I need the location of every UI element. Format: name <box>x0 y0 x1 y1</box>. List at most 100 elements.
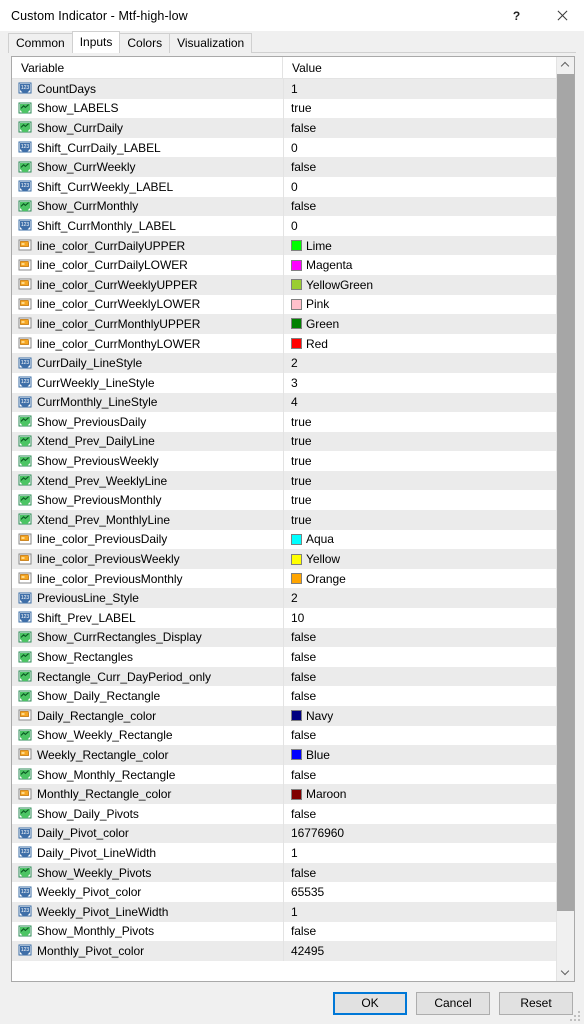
cell-value[interactable]: Maroon <box>283 784 556 804</box>
table-row[interactable]: line_color_CurrWeeklyUPPER YellowGreen <box>12 274 556 295</box>
cell-value[interactable]: 10 <box>283 608 556 628</box>
cell-value[interactable]: Pink <box>283 294 556 315</box>
table-row[interactable]: Show_LABELS true <box>12 98 556 119</box>
table-row[interactable]: Xtend_Prev_DailyLine true <box>12 431 556 452</box>
cell-value[interactable]: false <box>283 627 556 648</box>
table-row[interactable]: 123 Daily_Pivot_color 16776960 <box>12 823 556 844</box>
table-row[interactable]: Show_Daily_Rectangle false <box>12 686 556 706</box>
table-row[interactable]: 123 Shift_Prev_LABEL 10 <box>12 608 556 628</box>
cell-value[interactable]: false <box>283 686 556 706</box>
cell-value[interactable]: true <box>283 451 556 471</box>
table-row[interactable]: line_color_CurrWeeklyLOWER Pink <box>12 294 556 315</box>
cell-value[interactable]: 2 <box>283 353 556 373</box>
cell-value[interactable]: 0 <box>283 137 556 158</box>
cell-value[interactable]: 0 <box>283 216 556 236</box>
table-row[interactable]: Show_CurrWeekly false <box>12 157 556 177</box>
table-row[interactable]: 123 CountDays 1 <box>12 79 556 99</box>
table-row[interactable]: Show_Weekly_Rectangle false <box>12 725 556 746</box>
ok-button[interactable]: OK <box>333 991 407 1015</box>
cell-value[interactable]: true <box>283 431 556 452</box>
cell-value[interactable]: Aqua <box>283 529 556 550</box>
cell-value[interactable]: false <box>283 196 556 217</box>
cell-value[interactable]: Lime <box>283 235 556 256</box>
tab-inputs[interactable]: Inputs <box>71 31 121 53</box>
table-row[interactable]: Show_PreviousDaily true <box>12 412 556 432</box>
cell-value[interactable]: 65535 <box>283 882 556 902</box>
cell-value[interactable]: 1 <box>283 79 556 99</box>
cell-value[interactable]: true <box>283 412 556 432</box>
cell-value[interactable]: false <box>283 725 556 746</box>
cell-value[interactable]: 16776960 <box>283 823 556 844</box>
table-row[interactable]: 123 PreviousLine_Style 2 <box>12 588 556 609</box>
cell-value[interactable]: Red <box>283 333 556 354</box>
cell-value[interactable]: Navy <box>283 706 556 726</box>
table-row[interactable]: 123 Shift_CurrMonthly_LABEL 0 <box>12 216 556 236</box>
table-row[interactable]: line_color_CurrMonthyLOWER Red <box>12 333 556 354</box>
table-row[interactable]: Show_Daily_Pivots false <box>12 803 556 824</box>
table-row[interactable]: 123 CurrMonthly_LineStyle 4 <box>12 392 556 413</box>
table-row[interactable]: Show_Monthly_Pivots false <box>12 921 556 942</box>
table-row[interactable]: Xtend_Prev_WeeklyLine true <box>12 470 556 491</box>
cell-value[interactable]: true <box>283 510 556 530</box>
table-row[interactable]: 123 Shift_CurrDaily_LABEL 0 <box>12 137 556 158</box>
table-row[interactable]: 123 CurrWeekly_LineStyle 3 <box>12 372 556 393</box>
cell-value[interactable]: Magenta <box>283 255 556 275</box>
cell-value[interactable]: 0 <box>283 176 556 197</box>
cell-value[interactable]: 1 <box>283 843 556 863</box>
table-row[interactable]: Daily_Rectangle_color Navy <box>12 706 556 726</box>
table-row[interactable]: Show_PreviousMonthly true <box>12 490 556 511</box>
cell-value[interactable]: false <box>283 157 556 177</box>
cell-value[interactable]: 42495 <box>283 941 556 961</box>
cancel-button[interactable]: Cancel <box>416 991 490 1015</box>
tab-visualization[interactable]: Visualization <box>169 33 253 53</box>
table-row[interactable]: Rectangle_Curr_DayPeriod_only false <box>12 666 556 687</box>
table-row[interactable]: Monthly_Rectangle_color Maroon <box>12 784 556 804</box>
cell-value[interactable]: Orange <box>283 568 556 589</box>
cell-value[interactable]: false <box>283 666 556 687</box>
table-row[interactable]: 123 Shift_CurrWeekly_LABEL 0 <box>12 176 556 197</box>
help-button[interactable]: ? <box>494 0 539 31</box>
scroll-up-button[interactable] <box>557 57 574 74</box>
table-row[interactable]: line_color_CurrDailyLOWER Magenta <box>12 255 556 275</box>
scroll-down-button[interactable] <box>557 964 574 981</box>
cell-value[interactable]: 2 <box>283 588 556 609</box>
column-header-value[interactable]: Value <box>283 57 556 78</box>
cell-value[interactable]: false <box>283 862 556 883</box>
table-row[interactable]: Xtend_Prev_MonthlyLine true <box>12 510 556 530</box>
table-row[interactable]: Show_CurrDaily false <box>12 118 556 138</box>
tab-colors[interactable]: Colors <box>119 33 171 53</box>
cell-value[interactable]: Yellow <box>283 549 556 569</box>
table-row[interactable]: 123 Monthly_Pivot_color 42495 <box>12 941 556 961</box>
tab-common[interactable]: Common <box>8 33 73 53</box>
table-row[interactable]: Weekly_Rectangle_color Blue <box>12 745 556 765</box>
table-row[interactable]: Show_Weekly_Pivots false <box>12 862 556 883</box>
table-row[interactable]: line_color_CurrMonthlyUPPER Green <box>12 314 556 334</box>
cell-value[interactable]: false <box>283 803 556 824</box>
table-row[interactable]: 123 Weekly_Pivot_LineWidth 1 <box>12 901 556 922</box>
cell-value[interactable]: false <box>283 921 556 942</box>
table-row[interactable]: Show_CurrRectangles_Display false <box>12 627 556 648</box>
column-header-variable[interactable]: Variable <box>12 57 283 78</box>
cell-value[interactable]: false <box>283 647 556 667</box>
cell-value[interactable]: YellowGreen <box>283 274 556 295</box>
table-row[interactable]: 123 CurrDaily_LineStyle 2 <box>12 353 556 373</box>
scrollbar-track[interactable] <box>557 74 574 964</box>
table-row[interactable]: line_color_CurrDailyUPPER Lime <box>12 235 556 256</box>
cell-value[interactable]: false <box>283 118 556 138</box>
cell-value[interactable]: Blue <box>283 745 556 765</box>
cell-value[interactable]: true <box>283 490 556 511</box>
table-row[interactable]: Show_Rectangles false <box>12 647 556 667</box>
table-row[interactable]: 123 Daily_Pivot_LineWidth 1 <box>12 843 556 863</box>
table-row[interactable]: line_color_PreviousMonthly Orange <box>12 568 556 589</box>
cell-value[interactable]: 1 <box>283 901 556 922</box>
cell-value[interactable]: Green <box>283 314 556 334</box>
cell-value[interactable]: 3 <box>283 372 556 393</box>
cell-value[interactable]: true <box>283 98 556 119</box>
vertical-scrollbar[interactable] <box>556 57 574 981</box>
resize-grip-icon[interactable] <box>570 1011 581 1022</box>
table-row[interactable]: line_color_PreviousWeekly Yellow <box>12 549 556 569</box>
table-row[interactable]: line_color_PreviousDaily Aqua <box>12 529 556 550</box>
table-row[interactable]: Show_PreviousWeekly true <box>12 451 556 471</box>
close-button[interactable] <box>539 0 584 31</box>
table-row[interactable]: 123 Weekly_Pivot_color 65535 <box>12 882 556 902</box>
